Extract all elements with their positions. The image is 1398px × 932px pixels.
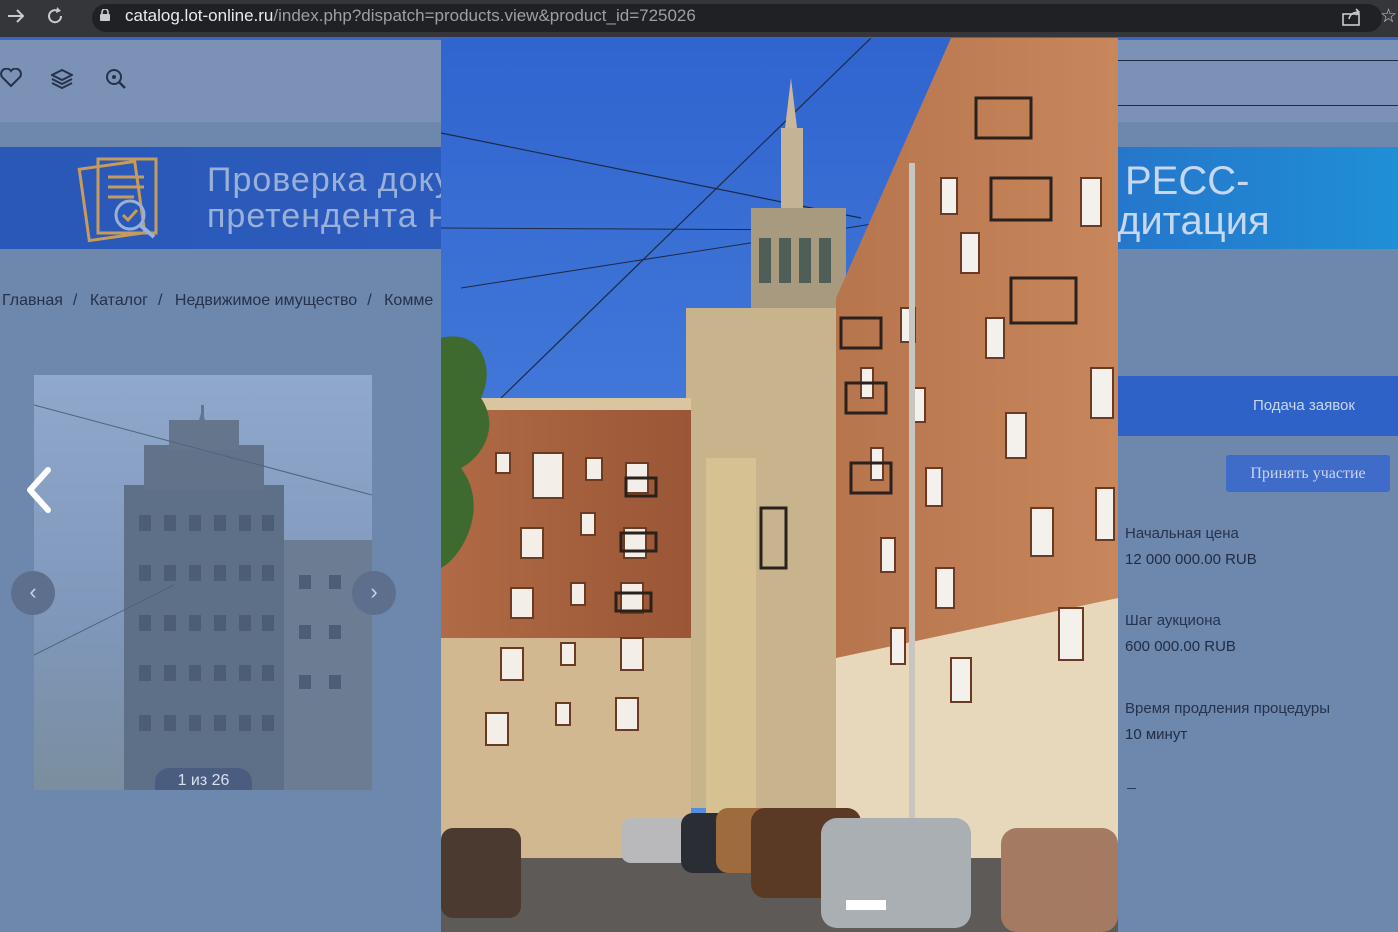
banner-title-line1: Проверка доку: [207, 161, 453, 199]
lock-icon[interactable]: [100, 8, 110, 21]
breadcrumb-separator: /: [367, 292, 372, 309]
breadcrumb-separator: /: [157, 292, 163, 309]
search-icon[interactable]: [105, 68, 127, 95]
extension-time-label: Время продления процедуры: [1125, 700, 1331, 717]
divider: [1127, 788, 1136, 789]
extension-time-value: 10 минут: [1125, 726, 1188, 743]
url-host: catalog.lot-online.ru: [125, 6, 274, 25]
participate-button[interactable]: Принять участие: [1226, 455, 1390, 492]
lightbox-prev-arrow-icon[interactable]: [22, 465, 56, 520]
share-icon[interactable]: [1342, 8, 1362, 31]
banner-right-line1: РЕСС-: [1125, 159, 1250, 203]
chevron-right-icon: ›: [370, 579, 378, 604]
banner-title-line2: претендента н: [207, 197, 448, 235]
auction-step-value: 600 000.00 RUB: [1125, 638, 1236, 655]
gallery-next-button[interactable]: ›: [352, 571, 396, 615]
forward-arrow-icon[interactable]: [6, 6, 26, 32]
reload-icon[interactable]: [45, 6, 65, 32]
building-courtyard-image: [441, 38, 1118, 932]
banner-right-line2: дитация: [1117, 199, 1270, 243]
thumbnail-building-image: [34, 404, 372, 790]
url-text[interactable]: catalog.lot-online.ru/index.php?dispatch…: [125, 6, 696, 26]
browser-toolbar: catalog.lot-online.ru/index.php?dispatch…: [0, 0, 1398, 37]
breadcrumb-separator: /: [72, 292, 78, 309]
layers-icon[interactable]: [49, 68, 75, 95]
bookmark-star-icon[interactable]: ☆: [1380, 5, 1397, 28]
start-price-label: Начальная цена: [1125, 525, 1239, 542]
start-price-value: 12 000 000.00 RUB: [1125, 551, 1257, 568]
breadcrumb-item-catalog[interactable]: Каталог: [90, 292, 148, 309]
heart-icon[interactable]: [0, 67, 22, 93]
application-tab[interactable]: Подача заявок: [1117, 376, 1398, 436]
header-divider: [1117, 60, 1398, 61]
url-path: /index.php?dispatch=products.view&produc…: [273, 6, 696, 25]
breadcrumb-item-commercial[interactable]: Комме: [384, 292, 433, 309]
application-tab-label: Подача заявок: [1253, 397, 1355, 414]
breadcrumb-item-realty[interactable]: Недвижимое имущество: [175, 292, 357, 309]
gallery-prev-button[interactable]: ‹: [11, 571, 55, 615]
chevron-left-icon: ‹: [29, 579, 37, 604]
gallery-thumbnail[interactable]: [34, 375, 372, 790]
document-check-icon: [74, 153, 170, 248]
lightbox-photo[interactable]: [441, 38, 1118, 932]
breadcrumb-item-home[interactable]: Главная: [2, 292, 63, 309]
header-divider: [1117, 105, 1398, 106]
breadcrumb: Главная / Каталог / Недвижимое имущество / …: [2, 292, 441, 310]
gallery-counter: 1 из 26: [155, 768, 252, 790]
auction-step-label: Шаг аукциона: [1125, 612, 1221, 629]
